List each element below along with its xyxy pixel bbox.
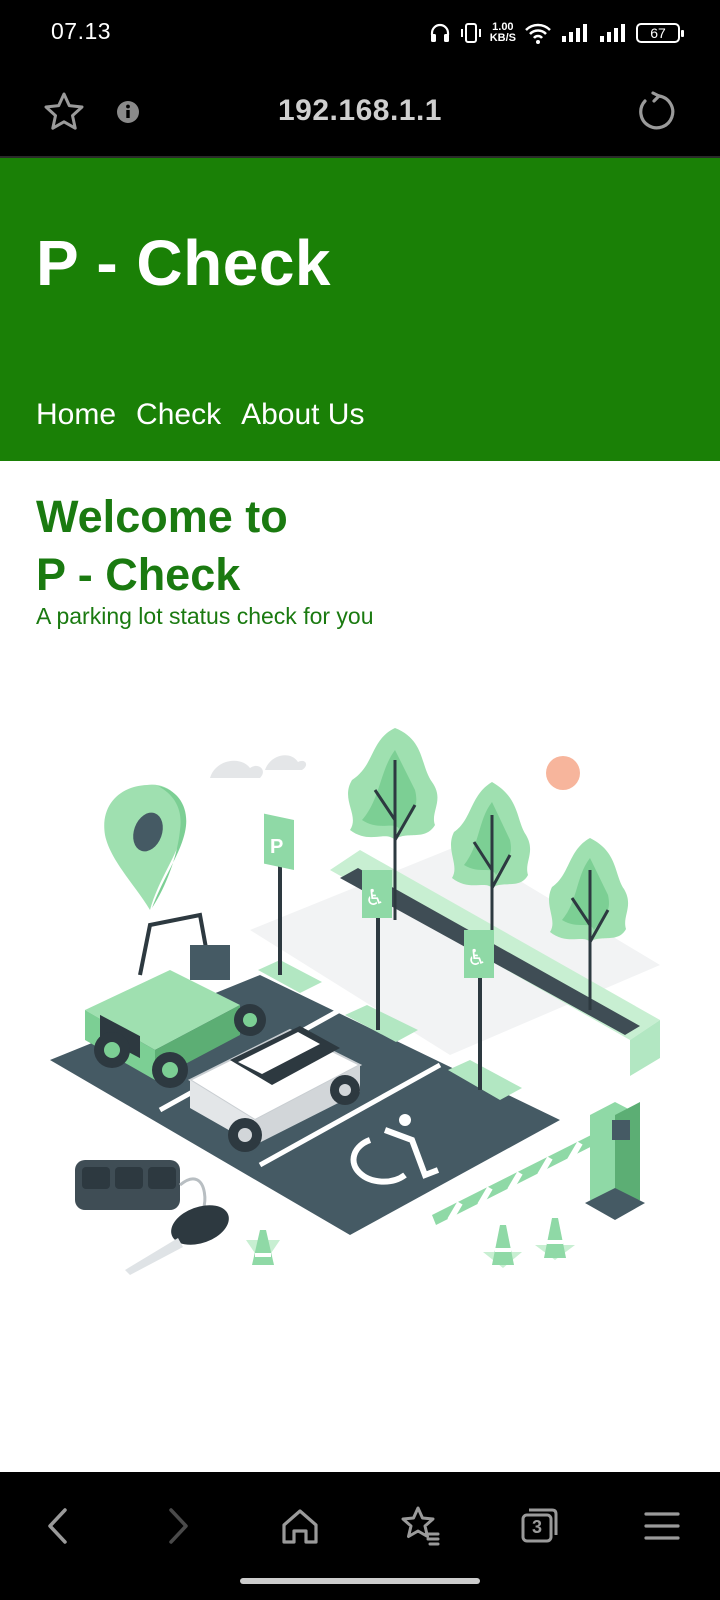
status-icons: 1.00 KB/S 67 <box>428 16 684 50</box>
sun-icon <box>546 756 580 790</box>
tagline: A parking lot status check for you <box>36 603 374 629</box>
signal-icon <box>600 24 625 42</box>
car-key-icon <box>75 1160 229 1275</box>
menu-icon[interactable] <box>634 1498 690 1554</box>
parking-lot-illustration: P ♿ ♿ <box>50 728 660 1275</box>
tabs-count: 3 <box>531 1517 542 1537</box>
welcome-heading: Welcome to P - Check <box>36 488 676 604</box>
battery-icon: 67 <box>636 23 684 43</box>
location-pin-icon <box>104 784 187 910</box>
home-indicator[interactable] <box>240 1578 480 1584</box>
reload-icon[interactable] <box>632 88 680 136</box>
svg-text:♿: ♿ <box>365 886 385 911</box>
svg-text:♿: ♿ <box>467 946 487 971</box>
status-bar: 07.13 1.00 KB/S 67 <box>0 0 720 66</box>
signal-icon <box>562 24 587 42</box>
forward-icon[interactable] <box>150 1498 206 1554</box>
traffic-cone-icon <box>483 1225 522 1268</box>
network-speed: 1.00 KB/S <box>490 22 516 44</box>
welcome-line-1: Welcome to <box>36 491 288 542</box>
site-header: P - Check Home Check About Us <box>0 158 720 461</box>
nav-about-us[interactable]: About Us <box>241 398 364 432</box>
site-title[interactable]: P - Check <box>36 226 331 300</box>
cloud-icon <box>210 755 307 778</box>
nav-check[interactable]: Check <box>136 398 221 432</box>
browser-toolbar: 192.168.1.1 <box>0 66 720 158</box>
speed-unit: KB/S <box>489 32 516 44</box>
wifi-icon <box>525 23 551 44</box>
tabs-icon[interactable]: 3 <box>512 1498 568 1554</box>
svg-text:P: P <box>270 836 283 858</box>
main-nav: Home Check About Us <box>36 398 364 432</box>
bookmarks-icon[interactable] <box>392 1498 448 1554</box>
headphones-icon <box>430 23 449 42</box>
back-icon[interactable] <box>30 1498 86 1554</box>
welcome-line-2: P - Check <box>36 549 241 600</box>
nav-home[interactable]: Home <box>36 398 116 432</box>
home-icon[interactable] <box>272 1498 328 1554</box>
vibrate-icon <box>460 23 481 43</box>
clock: 07.13 <box>51 18 112 44</box>
traffic-cone-icon <box>246 1230 280 1265</box>
traffic-cone-icon <box>535 1218 575 1260</box>
url-bar[interactable]: 192.168.1.1 <box>0 94 720 128</box>
